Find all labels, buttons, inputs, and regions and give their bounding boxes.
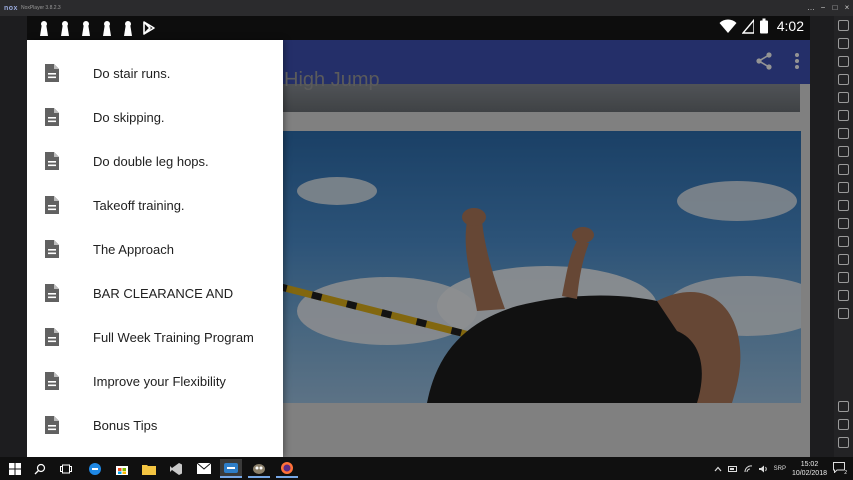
drawer-item-label: Full Week Training Program [93, 330, 254, 345]
edge-icon[interactable] [84, 459, 106, 478]
document-icon [45, 196, 59, 214]
drawer-item-label: Bonus Tips [93, 418, 158, 433]
chess-pawn-icon [100, 20, 114, 36]
store-icon[interactable] [111, 459, 133, 478]
input-language[interactable]: SRP [774, 466, 786, 472]
taskbar-clock[interactable]: 15:02 10/02/2018 [792, 460, 827, 478]
wifi-icon [719, 19, 737, 33]
home-icon[interactable] [838, 419, 849, 430]
windows-start-icon[interactable] [4, 459, 26, 478]
document-icon [45, 416, 59, 434]
status-right: 4:02 [719, 18, 804, 34]
back-icon[interactable] [838, 401, 849, 412]
drawer-item-label: The Approach [93, 242, 174, 257]
close-window-button[interactable]: × [841, 0, 853, 16]
document-icon [45, 240, 59, 258]
maximize-button[interactable]: □ [829, 0, 841, 16]
drawer-item-label: Takeoff training. [93, 198, 185, 213]
multi-instance-icon[interactable] [838, 218, 849, 229]
chess-pawn-icon [121, 20, 135, 36]
volume-up-icon[interactable] [838, 128, 849, 139]
document-icon [45, 152, 59, 170]
shake-icon[interactable] [838, 200, 849, 211]
document-icon [45, 328, 59, 346]
chess-pawn-icon [37, 20, 51, 36]
drawer-item-takeoff-training[interactable]: Takeoff training. [27, 184, 283, 228]
drawer-item-label: Improve your Flexibility [93, 374, 226, 389]
trash-icon[interactable] [838, 20, 849, 31]
volume-tray-icon[interactable] [758, 465, 768, 473]
minimize-button[interactable]: − [817, 0, 829, 16]
android-screen: 4:02 High Jump Do stair runs. Do skippin… [27, 16, 810, 457]
taskbar-date: 10/02/2018 [791, 469, 827, 477]
drawer-item-the-approach[interactable]: The Approach [27, 228, 283, 272]
scissors-icon[interactable] [838, 56, 849, 67]
gimp-icon[interactable] [248, 459, 270, 478]
android-status-bar: 4:02 [27, 16, 810, 40]
file-explorer-icon[interactable] [138, 459, 160, 478]
task-view-icon[interactable] [55, 459, 77, 478]
loading-icon[interactable] [838, 182, 849, 193]
document-icon [45, 108, 59, 126]
document-icon [45, 64, 59, 82]
record-icon[interactable] [838, 236, 849, 247]
taskbar-time: 15:02 [800, 460, 819, 468]
app-title: High Jump [284, 69, 380, 91]
status-clock: 4:02 [776, 18, 804, 34]
chevron-up-icon[interactable] [714, 466, 722, 472]
document-icon [45, 284, 59, 302]
drawer-item-label: Do skipping. [93, 110, 165, 125]
drawer-item-label: Do double leg hops. [93, 154, 209, 169]
nox-player-window: nox NoxPlayer 3.8.2.3 … − □ × 4:02 High … [0, 0, 853, 480]
search-icon[interactable] [29, 459, 51, 478]
play-store-icon [143, 21, 155, 35]
apk-icon[interactable] [838, 164, 849, 175]
firefox-icon[interactable] [276, 459, 298, 478]
screen-icon[interactable] [838, 92, 849, 103]
drawer-item-skipping[interactable]: Do skipping. [27, 96, 283, 140]
network-tray-icon[interactable] [744, 464, 753, 473]
keyboard-icon[interactable] [838, 38, 849, 49]
nox-icon[interactable] [220, 459, 242, 478]
chess-pawn-icon [79, 20, 93, 36]
battery-tray-icon[interactable] [727, 465, 738, 472]
system-tray: SRP 15:02 10/02/2018 2 [714, 457, 847, 480]
document-icon [45, 372, 59, 390]
drawer-item-bar-clearance[interactable]: BAR CLEARANCE AND [27, 272, 283, 316]
drawer-item-bonus-tips[interactable]: Bonus Tips [27, 404, 283, 448]
signal-icon [741, 18, 754, 34]
chess-pawn-icon [58, 20, 72, 36]
volume-down-icon[interactable] [838, 146, 849, 157]
mail-icon[interactable] [193, 459, 215, 478]
visual-studio-icon[interactable] [165, 459, 187, 478]
notification-icons [37, 20, 156, 36]
drawer-item-double-leg-hops[interactable]: Do double leg hops. [27, 140, 283, 184]
nox-logo: nox [4, 4, 18, 12]
notification-icon [833, 461, 845, 474]
menu-icon[interactable] [838, 290, 849, 301]
drawer-item-label: Do stair runs. [93, 66, 171, 81]
windows-taskbar: SRP 15:02 10/02/2018 2 [0, 457, 853, 480]
more-window-button[interactable]: … [805, 0, 817, 16]
emulator-side-toolbar [834, 16, 853, 457]
recent-apps-icon[interactable] [838, 437, 849, 448]
action-center-button[interactable]: 2 [833, 461, 847, 476]
notification-count: 2 [844, 469, 847, 476]
drawer-item-full-week-program[interactable]: Full Week Training Program [27, 316, 283, 360]
emulator-title-bar: nox NoxPlayer 3.8.2.3 … − □ × [0, 0, 853, 16]
location-icon[interactable] [838, 74, 849, 85]
fullscreen-icon[interactable] [838, 110, 849, 121]
macro-icon[interactable] [838, 254, 849, 265]
expand-icon[interactable] [838, 272, 849, 283]
window-controls: … − □ × [805, 0, 853, 16]
navigation-drawer: Do stair runs. Do skipping. Do double le… [27, 40, 283, 457]
emulator-version: NoxPlayer 3.8.2.3 [20, 5, 61, 11]
drawer-item-flexibility[interactable]: Improve your Flexibility [27, 360, 283, 404]
drawer-item-label: BAR CLEARANCE AND [93, 286, 234, 301]
sync-icon[interactable] [838, 308, 849, 319]
battery-icon [759, 18, 768, 34]
drawer-item-stair-runs[interactable]: Do stair runs. [27, 52, 283, 96]
